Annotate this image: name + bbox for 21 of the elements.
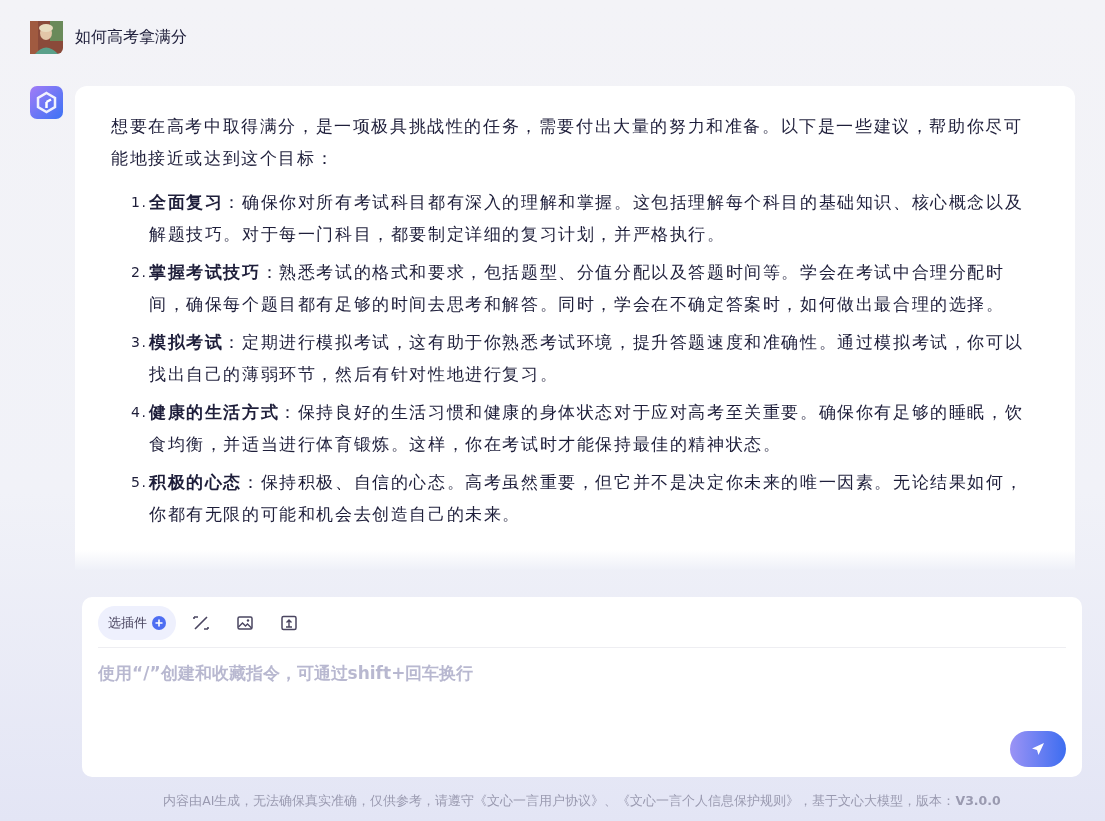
send-button[interactable] [1010,731,1066,767]
plus-icon [152,616,166,630]
list-number: 3. [131,333,149,352]
cube-logo-icon [30,86,63,119]
send-icon [1030,741,1046,757]
list-item-text: 掌握考试技巧：熟悉考试的格式和要求，包括题型、分值分配以及答题时间等。学会在考试中合理分配时间，确保每个题目都有足够的时间去思考和解答。同时，学会在不确定答案时，如何做出最合理的选择。 [149,261,1006,316]
list-number: 2. [131,263,149,282]
list-number: 5. [131,473,149,490]
list-number: 4. [131,403,149,422]
plugin-button[interactable]: 选插件 [98,606,176,640]
list-item-text: 全面复习：确保你对所有考试科目都有深入的理解和掌握。这包括理解每个科目的基础知识、核心概念以及解题技巧。对于每一门科目，都要制定详细的复习计划，并严格执行。 [149,191,1025,246]
image-icon[interactable] [236,614,254,632]
list-item-text: 健康的生活方式：保持良好的生活习惯和健康的身体状态对于应对高考至关重要。确保你有足够的睡眠，饮食均衡，并适当进行体育锻炼。这样，你在考试时才能保持最佳的精神状态。 [149,401,1025,456]
list-item-text: 积极的心态：保持积极、自信的心态。高考虽然重要，但它并不是决定你未来的唯一因素。无论结果如何，你都有无限的可能和机会去创造自己的未来。 [149,471,1025,526]
slash-command-icon[interactable] [192,614,210,632]
message-composer[interactable]: 选插件 使用“/”创建和收藏指令，可通过shift+回车换行 [82,597,1082,777]
answer-paragraph: 想要在高考中取得满分，是一项极具挑战性的任务，需要付出大量的努力和准备。以下是一些建议，帮助你尽可能地接近或达到这个目标： [111,115,1024,170]
list-item-text: 模拟考试：定期进行模拟考试，这有助于你熟悉考试环境，提升答题速度和准确性。通过模拟考试，你可以找出自己的薄弱环节，然后有针对性地进行复习。 [149,331,1025,386]
upload-icon[interactable] [280,614,298,632]
list-number: 1. [131,193,149,212]
question-text: 如何高考拿满分 [75,27,187,48]
